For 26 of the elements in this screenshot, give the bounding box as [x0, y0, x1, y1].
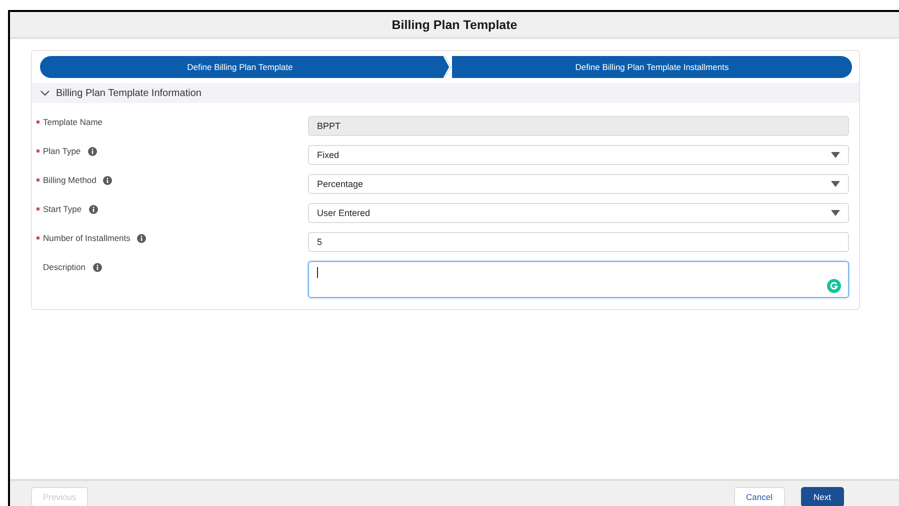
section-title: Billing Plan Template Information [56, 88, 202, 98]
dropdown-caret-icon [831, 210, 840, 216]
info-icon[interactable] [103, 176, 112, 185]
chevron-icon [440, 56, 452, 78]
dropdown-caret-icon [831, 152, 840, 158]
info-icon[interactable] [88, 147, 97, 156]
input-field[interactable]: 5 [308, 232, 849, 252]
select-field[interactable]: Fixed [308, 145, 849, 165]
field-label: Start Type [43, 204, 82, 214]
select-field[interactable]: Percentage [308, 174, 849, 194]
info-icon[interactable] [88, 205, 98, 214]
input-field: BPPT [308, 116, 849, 136]
footer-button[interactable]: Cancel [734, 487, 785, 506]
info-icon[interactable] [137, 234, 146, 243]
next-button[interactable]: Next [800, 487, 844, 506]
field-label: Plan Type [43, 146, 81, 156]
chevron-icon [40, 88, 50, 98]
field-label: Description [43, 262, 86, 272]
field-label: Template Name [43, 117, 103, 127]
field-label: Number of Installments [43, 233, 130, 243]
field-label: Billing Method [43, 175, 96, 185]
info-icon[interactable] [92, 263, 102, 272]
window-title: Billing Plan Template [392, 18, 518, 32]
select-field[interactable]: User Entered [308, 203, 849, 223]
dropdown-caret-icon [831, 181, 840, 187]
section-header[interactable]: Billing Plan Template Information [32, 83, 859, 103]
